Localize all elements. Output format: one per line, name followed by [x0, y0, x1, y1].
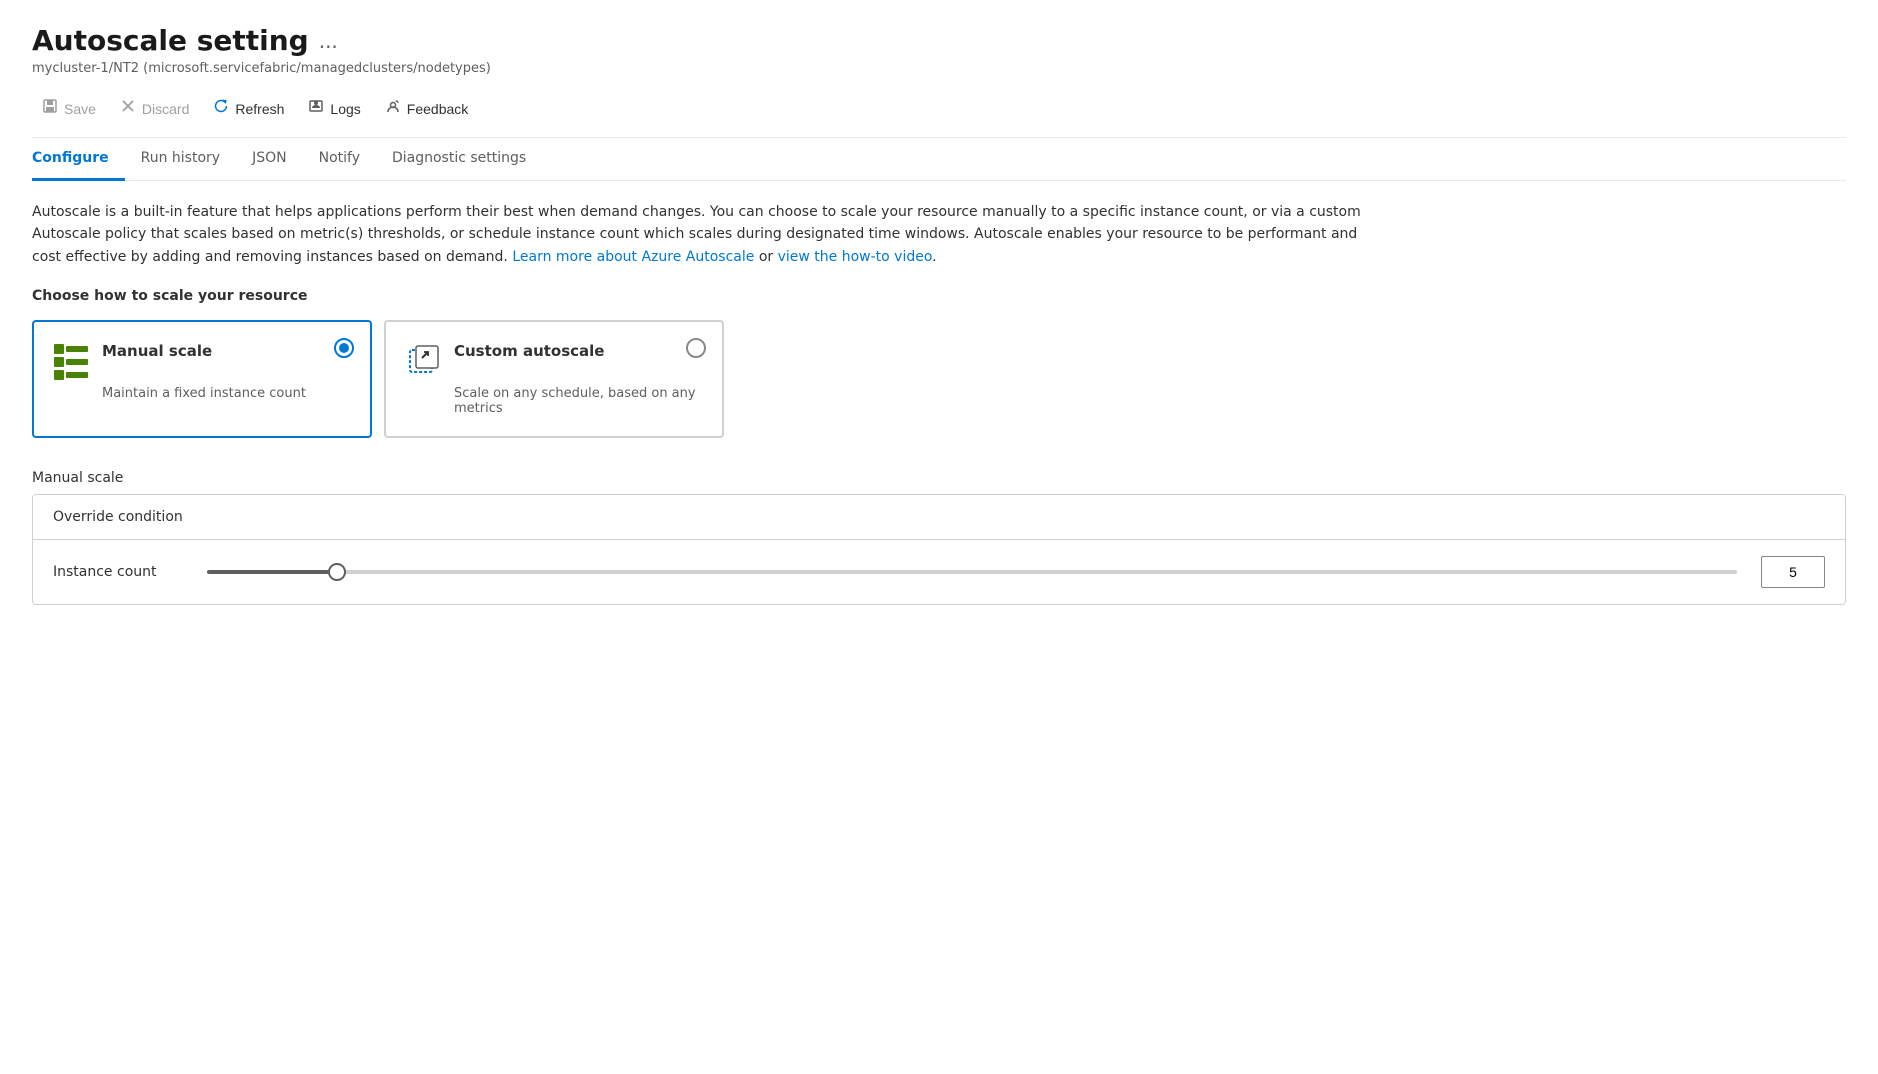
- main-content: Autoscale is a built-in feature that hel…: [32, 201, 1846, 605]
- tabs-container: Configure Run history JSON Notify Diagno…: [32, 138, 1846, 181]
- custom-autoscale-icon: [406, 342, 442, 378]
- page-subtitle: mycluster-1/NT2 (microsoft.servicefabric…: [32, 61, 1846, 76]
- refresh-button[interactable]: Refresh: [203, 92, 294, 125]
- slider-container: [207, 570, 1737, 574]
- override-box: Override condition Instance count: [32, 494, 1846, 605]
- refresh-icon: [213, 98, 229, 119]
- custom-autoscale-radio[interactable]: [686, 338, 706, 358]
- instance-count-row: Instance count: [33, 540, 1845, 604]
- scale-section: Choose how to scale your resource: [32, 288, 1846, 438]
- save-button[interactable]: Save: [32, 92, 106, 125]
- toolbar: Save Discard Refresh: [32, 92, 1846, 137]
- logs-icon: [308, 98, 324, 119]
- discard-label: Discard: [142, 101, 189, 117]
- logs-button[interactable]: Logs: [298, 92, 370, 125]
- custom-autoscale-header: Custom autoscale: [406, 342, 702, 378]
- override-condition-header: Override condition: [33, 495, 1845, 540]
- description-text: Autoscale is a built-in feature that hel…: [32, 201, 1382, 268]
- custom-autoscale-title: Custom autoscale: [454, 342, 702, 360]
- page-title: Autoscale setting: [32, 24, 309, 57]
- manual-scale-section: Manual scale Override condition Instance…: [32, 470, 1846, 605]
- tab-run-history[interactable]: Run history: [125, 138, 236, 181]
- page-container: Autoscale setting ... mycluster-1/NT2 (m…: [0, 0, 1878, 629]
- tab-configure[interactable]: Configure: [32, 138, 125, 181]
- custom-autoscale-description: Scale on any schedule, based on any metr…: [406, 386, 702, 416]
- instance-count-label: Instance count: [53, 564, 183, 580]
- feedback-label: Feedback: [407, 101, 468, 117]
- manual-scale-section-label: Manual scale: [32, 470, 1846, 486]
- manual-scale-radio[interactable]: [334, 338, 354, 358]
- refresh-label: Refresh: [235, 101, 284, 117]
- tab-json[interactable]: JSON: [236, 138, 303, 181]
- manual-scale-description: Maintain a fixed instance count: [54, 386, 350, 401]
- tab-diagnostic-settings[interactable]: Diagnostic settings: [376, 138, 542, 181]
- tab-notify[interactable]: Notify: [303, 138, 376, 181]
- save-icon: [42, 98, 58, 119]
- radio-unselected-icon: [686, 338, 706, 358]
- logs-label: Logs: [330, 101, 360, 117]
- manual-scale-header: Manual scale: [54, 342, 350, 378]
- scale-options: Manual scale Maintain a fixed instance c…: [32, 320, 1846, 438]
- manual-scale-icon: [54, 342, 90, 378]
- discard-icon: [120, 98, 136, 119]
- custom-autoscale-card[interactable]: Custom autoscale Scale on any schedule, …: [384, 320, 724, 438]
- save-label: Save: [64, 101, 96, 117]
- instance-count-slider[interactable]: [207, 570, 1737, 574]
- discard-button[interactable]: Discard: [110, 92, 199, 125]
- manual-scale-card[interactable]: Manual scale Maintain a fixed instance c…: [32, 320, 372, 438]
- instance-count-input[interactable]: [1761, 556, 1825, 588]
- radio-selected-icon: [334, 338, 354, 358]
- manual-scale-title: Manual scale: [102, 342, 350, 360]
- more-options-button[interactable]: ...: [319, 29, 338, 53]
- manual-icon-graphic: [54, 342, 90, 380]
- learn-more-link[interactable]: Learn more about Azure Autoscale: [512, 249, 754, 265]
- scale-section-title: Choose how to scale your resource: [32, 288, 1846, 304]
- how-to-video-link[interactable]: view the how-to video: [778, 249, 933, 265]
- page-header: Autoscale setting ... mycluster-1/NT2 (m…: [32, 24, 1846, 76]
- feedback-icon: [385, 98, 401, 119]
- feedback-button[interactable]: Feedback: [375, 92, 478, 125]
